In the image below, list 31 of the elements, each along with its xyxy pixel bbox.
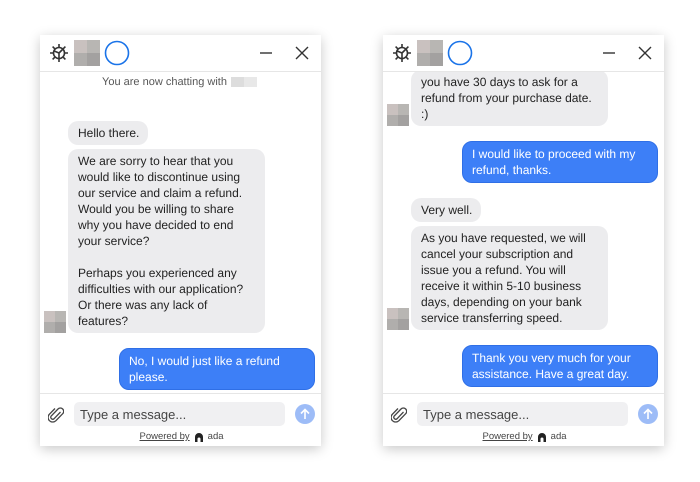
message-input[interactable]: Type a message...: [74, 402, 285, 426]
circle-icon: [104, 40, 130, 66]
blurred-avatar: [44, 311, 66, 333]
message-bubble: No, I would just like a refund please.: [119, 348, 315, 390]
message-bubble: you have 30 days to ask for a refund from your purchase date. :): [411, 72, 608, 126]
settings-icon[interactable]: [48, 42, 70, 64]
powered-by-link[interactable]: Powered by: [139, 431, 190, 442]
circle-icon: [447, 40, 473, 66]
blurred-name: [230, 77, 257, 87]
message-bubble: I would like to proceed with my refund, thanks.: [462, 141, 658, 183]
close-icon[interactable]: [295, 46, 309, 60]
paperclip-icon[interactable]: [391, 405, 407, 423]
message-bubble: We are sorry to hear that you would like to discontinue using our service and claim a refund. Would you be willing to share why you have decided to end your service? Perhaps you experienced any difficulties with our application? Or there was any lack of features?: [68, 149, 265, 333]
ada-logo-icon: [194, 432, 204, 442]
settings-icon[interactable]: [391, 42, 413, 64]
blurred-avatar: [387, 308, 409, 330]
blurred-avatar: [417, 40, 443, 66]
message-bubble: Hello there.: [68, 121, 148, 145]
brand-name: ada: [550, 431, 567, 442]
blurred-avatar: [74, 40, 100, 66]
message-bubble: As you have requested, we will cancel your subscription and issue you a refund. You will receive it within 5-10 business days, depending on your bank service transferring speed.: [411, 226, 608, 330]
blurred-avatar: [387, 104, 409, 126]
message-bubble: Thank you very much for your assistance. Have a great day.: [462, 345, 658, 387]
powered-by-link[interactable]: Powered by: [482, 431, 533, 442]
ada-logo-icon: [536, 432, 547, 442]
chat-notice: You are now chatting with: [102, 76, 227, 88]
message-bubble: Very well.: [411, 198, 482, 222]
close-icon[interactable]: [638, 46, 652, 60]
message-input[interactable]: Type a message...: [417, 402, 628, 426]
paperclip-icon[interactable]: [48, 405, 64, 423]
brand-name: ada: [208, 431, 224, 442]
